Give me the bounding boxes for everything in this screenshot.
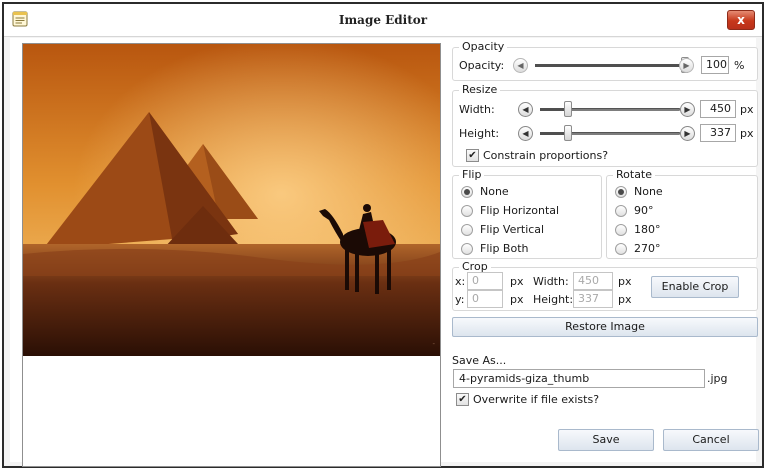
opacity-group: Opacity Opacity: ◀ ▶ 100 % [452,40,758,81]
flip-both-label: Flip Both [480,242,529,255]
width-slider-thumb[interactable] [564,101,572,117]
rotate-legend: Rotate [613,168,656,181]
crop-y-label: y: [455,293,465,306]
editor-content: - Opacity Opacity: ◀ ▶ 100 % Resize Widt… [10,38,759,467]
height-unit: px [740,127,754,140]
opacity-slider[interactable] [535,57,689,73]
file-extension: .jpg [707,372,728,385]
rotate-none-label: None [634,185,663,198]
rotate-180-radio[interactable] [615,224,627,236]
crop-width-input[interactable]: 450 [573,272,613,290]
crop-x-input[interactable]: 0 [467,272,503,290]
filename-input[interactable]: 4-pyramids-giza_thumb [453,369,705,388]
crop-height-unit: px [618,293,632,306]
title-bar: Image Editor x [4,4,762,37]
crop-width-label: Width: [533,275,569,288]
height-slider-thumb[interactable] [564,125,572,141]
close-button[interactable]: x [727,10,755,30]
crop-x-label: x: [455,275,466,288]
width-increase-button[interactable]: ▶ [680,102,695,117]
resize-group: Resize Width: ◀ ▶ 450 px Height: ◀ ▶ 337… [452,83,758,167]
height-input[interactable]: 337 [700,124,736,142]
image-editor-window: Image Editor x - Opacity Opacity: ◀ ▶ 10… [2,2,764,468]
crop-y-input[interactable]: 0 [467,290,503,308]
restore-image-button[interactable]: Restore Image [452,317,758,337]
overwrite-label: Overwrite if file exists? [473,393,600,406]
flip-none-label: None [480,185,509,198]
flip-group: Flip None Flip Horizontal Flip Vertical … [452,168,602,259]
width-decrease-button[interactable]: ◀ [518,102,533,117]
opacity-unit: % [734,59,745,72]
save-button[interactable]: Save [558,429,654,451]
crop-group: Crop x: 0 px Width: 450 px y: 0 px Heigh… [452,260,758,311]
pyramids-photo: - [23,44,440,356]
width-unit: px [740,103,754,116]
height-decrease-button[interactable]: ◀ [518,126,533,141]
rotate-90-label: 90° [634,204,654,217]
cancel-button[interactable]: Cancel [663,429,759,451]
rotate-group: Rotate None 90° 180° 270° [606,168,758,259]
flip-both-radio[interactable] [461,243,473,255]
width-label: Width: [459,103,495,116]
flip-vertical-label: Flip Vertical [480,223,545,236]
opacity-input[interactable]: 100 [701,56,729,74]
height-label: Height: [459,127,500,140]
flip-legend: Flip [459,168,485,181]
opacity-legend: Opacity [459,40,508,53]
width-slider[interactable] [540,101,680,117]
rotate-180-label: 180° [634,223,661,236]
constrain-proportions-label: Constrain proportions? [483,149,609,162]
constrain-proportions-checkbox[interactable]: ✔ [466,149,479,162]
crop-x-unit: px [510,275,524,288]
close-icon: x [737,13,745,27]
resize-legend: Resize [459,83,501,96]
flip-horizontal-radio[interactable] [461,205,473,217]
crop-width-unit: px [618,275,632,288]
window-title: Image Editor [338,13,428,27]
rotate-270-radio[interactable] [615,243,627,255]
image-preview: - [22,43,441,467]
height-slider[interactable] [540,125,680,141]
save-as-label: Save As... [452,354,507,367]
opacity-slider-fill [535,64,685,67]
opacity-decrease-button[interactable]: ◀ [513,58,528,73]
crop-y-unit: px [510,293,524,306]
overwrite-checkbox[interactable]: ✔ [456,393,469,406]
crop-height-label: Height: [533,293,574,306]
opacity-increase-button[interactable]: ▶ [679,58,694,73]
flip-vertical-radio[interactable] [461,224,473,236]
width-input[interactable]: 450 [700,100,736,118]
height-increase-button[interactable]: ▶ [680,126,695,141]
opacity-label: Opacity: [459,59,505,72]
flip-none-radio[interactable] [461,186,473,198]
rotate-90-radio[interactable] [615,205,627,217]
crop-height-input[interactable]: 337 [573,290,613,308]
flip-horizontal-label: Flip Horizontal [480,204,560,217]
rotate-none-radio[interactable] [615,186,627,198]
rotate-270-label: 270° [634,242,661,255]
enable-crop-button[interactable]: Enable Crop [651,276,739,298]
